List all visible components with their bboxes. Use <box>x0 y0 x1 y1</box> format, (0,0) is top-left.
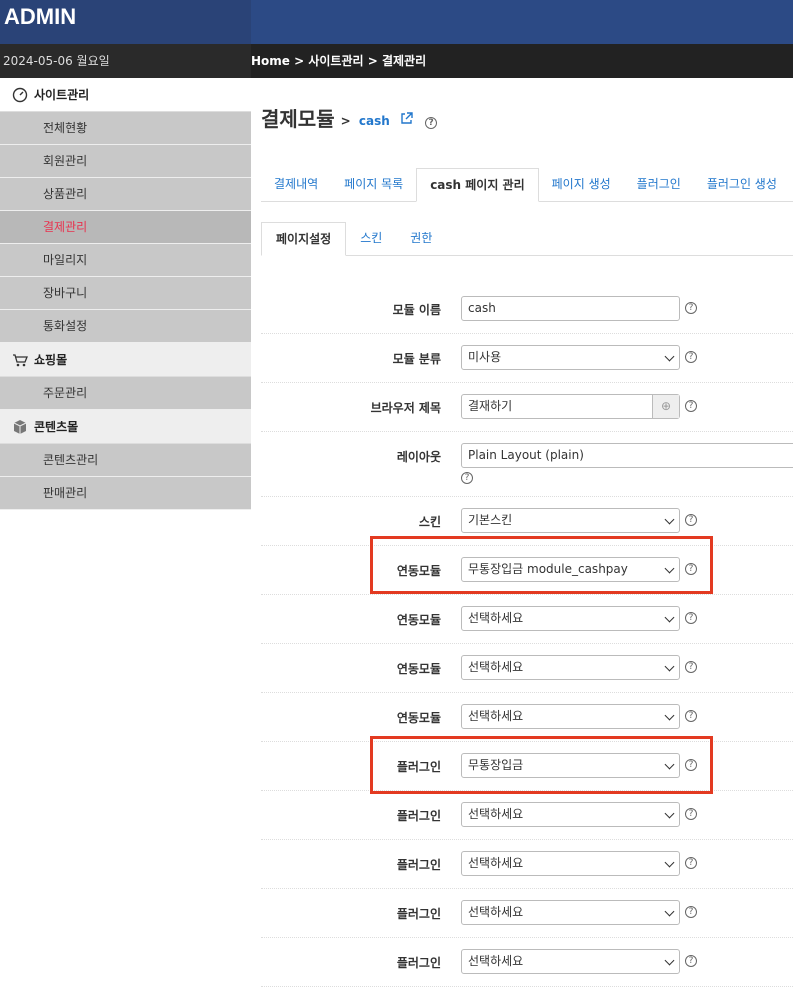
form-row-linked-module: 연동모듈 선택하세요 ? <box>261 595 793 644</box>
field-label: 연동모듈 <box>396 711 441 725</box>
sidebar-section-label: 콘텐츠몰 <box>34 419 79 434</box>
breadcrumb[interactable]: Home > 사이트관리 > 결제관리 <box>251 44 426 78</box>
help-icon[interactable]: ? <box>685 955 697 967</box>
help-icon[interactable]: ? <box>685 351 697 363</box>
linked-module-select[interactable]: 선택하세요 <box>461 655 680 680</box>
help-icon[interactable]: ? <box>685 514 697 526</box>
sidebar-item-payments[interactable]: 결제관리 <box>0 211 251 244</box>
plugin-select[interactable]: 선택하세요 <box>461 949 680 974</box>
field-label: 플러그인 <box>396 907 441 921</box>
external-link-icon[interactable] <box>400 111 413 125</box>
field-label: 모듈 이름 <box>392 303 441 317</box>
sidebar-section-shop[interactable]: 쇼핑몰 <box>0 343 251 377</box>
layout-input[interactable]: Plain Layout (plain) <box>461 443 793 468</box>
browser-title-input[interactable]: 결재하기 ⊕ <box>461 394 680 419</box>
sidebar-item-cart[interactable]: 장바구니 <box>0 277 251 310</box>
help-icon[interactable]: ? <box>685 661 697 673</box>
globe-icon[interactable]: ⊕ <box>652 395 679 418</box>
dashboard-icon <box>12 87 28 102</box>
form-row-linked-module: 연동모듈 선택하세요 ? <box>261 644 793 693</box>
sidebar-item-orders[interactable]: 주문관리 <box>0 377 251 410</box>
form-row-plugin: 플러그인 선택하세요 ? <box>261 840 793 889</box>
tab-page-list[interactable]: 페이지 목록 <box>331 168 416 201</box>
tab-plugin-create[interactable]: 플러그인 생성 <box>694 168 790 201</box>
admin-brand[interactable]: ADMIN <box>0 0 251 44</box>
plugin-select[interactable]: 선택하세요 <box>461 851 680 876</box>
plugin-select[interactable]: 선택하세요 <box>461 900 680 925</box>
form-row-layout: 레이아웃 Plain Layout (plain) ? <box>261 432 793 497</box>
help-icon[interactable]: ? <box>685 808 697 820</box>
plugin-select[interactable]: 선택하세요 <box>461 802 680 827</box>
subtitle-prefix: > <box>340 113 351 128</box>
tab-permissions[interactable]: 권한 <box>396 222 446 255</box>
tab-page-create[interactable]: 페이지 생성 <box>539 168 624 201</box>
box-icon <box>13 419 27 434</box>
tab-skin[interactable]: 스킨 <box>346 222 396 255</box>
sidebar: 사이트관리 전체현황 회원관리 상품관리 결제관리 마일리지 장바구니 통화설정… <box>0 78 251 510</box>
help-icon[interactable]: ? <box>685 906 697 918</box>
help-icon[interactable]: ? <box>685 857 697 869</box>
current-date: 2024-05-06 월요일 <box>0 44 251 78</box>
form-row-plugin: 플러그인 선택하세요 ? <box>261 889 793 938</box>
highlight-box-plugin <box>370 736 713 794</box>
field-label: 플러그인 <box>396 858 441 872</box>
sidebar-item-sales[interactable]: 판매관리 <box>0 477 251 510</box>
help-icon[interactable]: ? <box>685 612 697 624</box>
field-label: 연동모듈 <box>396 662 441 676</box>
page-title: 결제모듈 <box>261 106 335 131</box>
sidebar-item-mileage[interactable]: 마일리지 <box>0 244 251 277</box>
sidebar-item-currency[interactable]: 통화설정 <box>0 310 251 343</box>
module-category-select[interactable]: 미사용 <box>461 345 680 370</box>
tab-payment-history[interactable]: 결제내역 <box>261 168 331 201</box>
main-tabs: 결제내역 페이지 목록 cash 페이지 관리 페이지 생성 플러그인 플러그인… <box>261 168 793 202</box>
field-label: 플러그인 <box>396 809 441 823</box>
browser-title-value: 결재하기 <box>468 399 513 413</box>
form-row-plugin: 플러그인 선택하세요 ? <box>261 791 793 840</box>
linked-module-select[interactable]: 선택하세요 <box>461 606 680 631</box>
help-icon[interactable]: ? <box>685 710 697 722</box>
sidebar-section-site[interactable]: 사이트관리 <box>0 78 251 112</box>
page-subtitle: > cash ? <box>340 111 438 129</box>
sidebar-section-label: 쇼핑몰 <box>34 352 68 367</box>
cash-link[interactable]: cash <box>359 114 390 128</box>
sub-tabs: 페이지설정 스킨 권한 <box>261 222 793 256</box>
field-label: 플러그인 <box>396 956 441 970</box>
field-label: 연동모듈 <box>396 613 441 627</box>
form-row-browser-title: 브라우저 제목 결재하기 ⊕ ? <box>261 383 793 432</box>
sidebar-section-content[interactable]: 콘텐츠몰 <box>0 410 251 444</box>
help-icon[interactable]: ? <box>461 472 473 484</box>
sub-header: 2024-05-06 월요일 Home > 사이트관리 > 결제관리 <box>0 44 793 78</box>
help-icon[interactable]: ? <box>685 302 697 314</box>
tab-cash-page-manage[interactable]: cash 페이지 관리 <box>416 168 539 202</box>
sidebar-item-contents[interactable]: 콘텐츠관리 <box>0 444 251 477</box>
field-label: 스킨 <box>418 515 441 529</box>
settings-form: 모듈 이름 cash ? 모듈 분류 미사용 ? 브라우저 제목 결재하기 ⊕ … <box>261 285 793 987</box>
tab-page-settings[interactable]: 페이지설정 <box>261 222 347 256</box>
form-row-linked-module: 연동모듈 선택하세요 ? <box>261 693 793 742</box>
sidebar-section-label: 사이트관리 <box>34 87 90 102</box>
form-row-module-category: 모듈 분류 미사용 ? <box>261 334 793 383</box>
sidebar-item-products[interactable]: 상품관리 <box>0 178 251 211</box>
sidebar-item-members[interactable]: 회원관리 <box>0 145 251 178</box>
cart-icon <box>13 353 28 366</box>
sidebar-item-overview[interactable]: 전체현황 <box>0 112 251 145</box>
help-icon[interactable]: ? <box>425 116 438 129</box>
field-label: 모듈 분류 <box>392 352 441 366</box>
module-name-input[interactable]: cash <box>461 296 680 321</box>
form-row-plugin: 플러그인 선택하세요 ? <box>261 938 793 987</box>
page-header: 결제모듈 > cash ? <box>261 102 438 132</box>
skin-select[interactable]: 기본스킨 <box>461 508 680 533</box>
tab-plugin[interactable]: 플러그인 <box>624 168 694 201</box>
highlight-box-linked-module <box>370 536 713 594</box>
form-row-module-name: 모듈 이름 cash ? <box>261 285 793 334</box>
linked-module-select[interactable]: 선택하세요 <box>461 704 680 729</box>
field-label: 브라우저 제목 <box>370 401 441 415</box>
top-header: ADMIN <box>0 0 793 44</box>
help-icon[interactable]: ? <box>685 400 697 412</box>
field-label: 레이아웃 <box>396 450 441 464</box>
